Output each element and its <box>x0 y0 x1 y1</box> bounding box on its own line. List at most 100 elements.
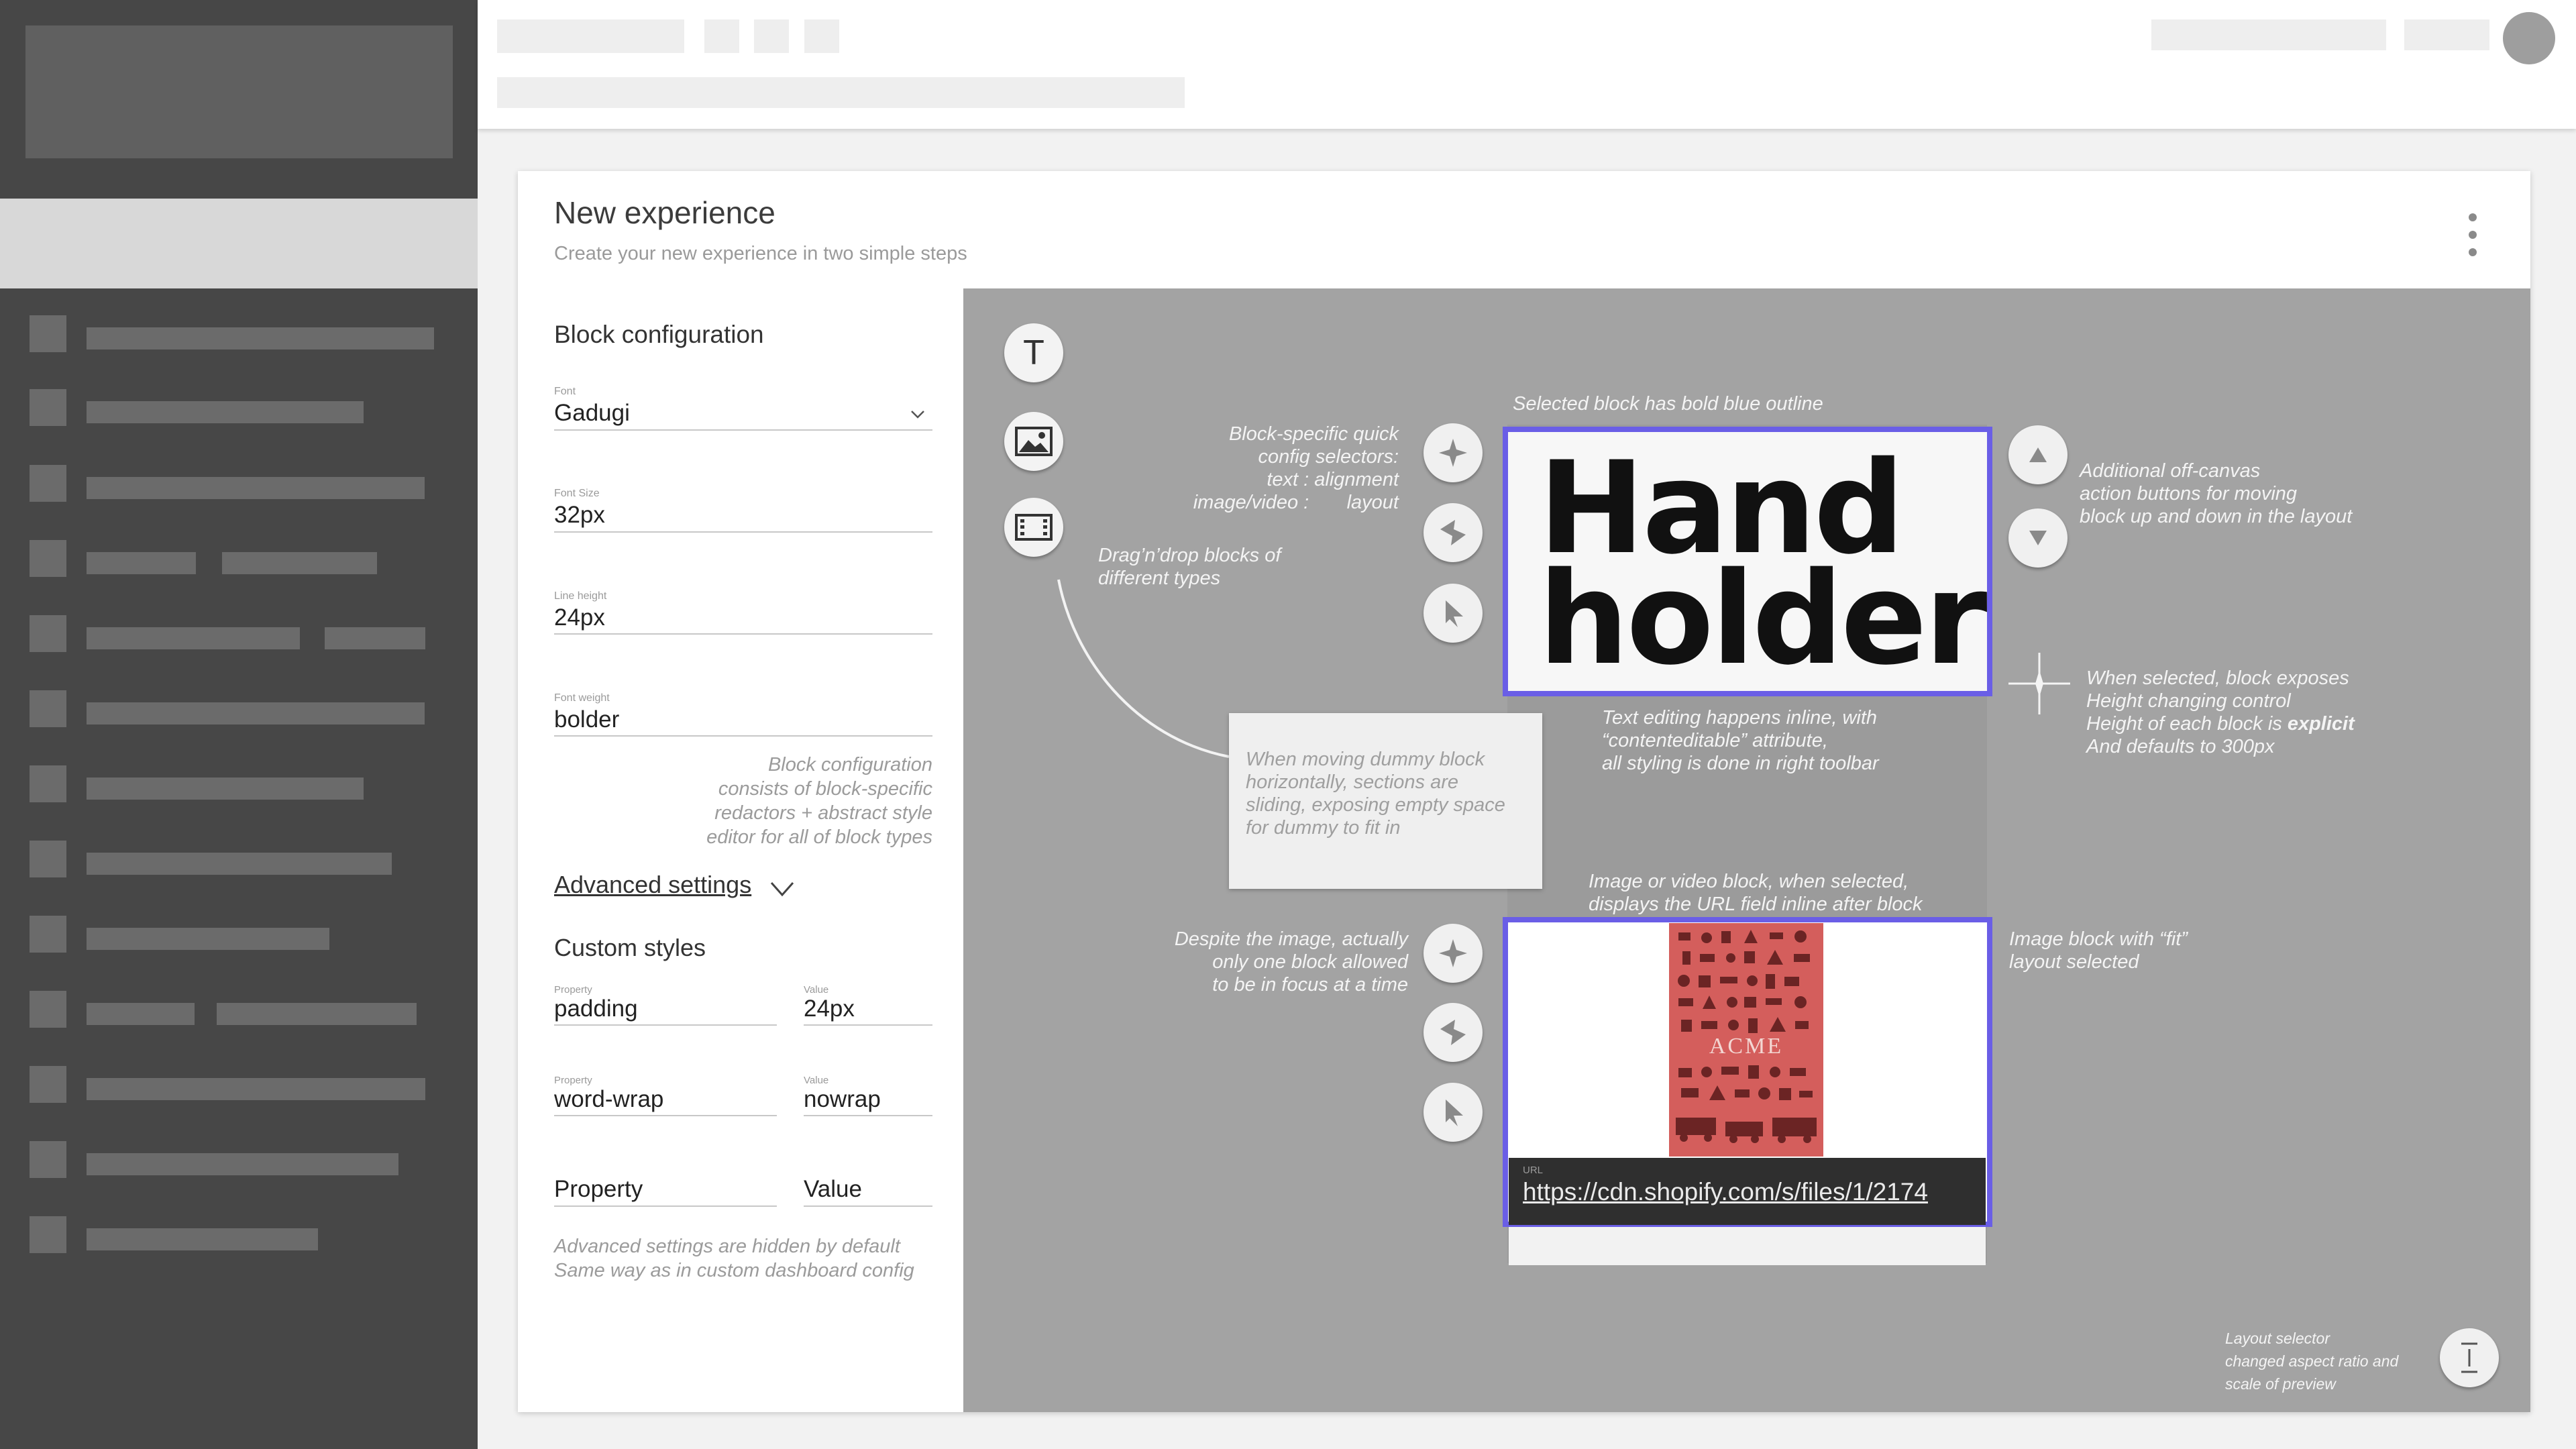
align-selector-icon[interactable] <box>1424 503 1483 562</box>
chevron-down-icon[interactable] <box>910 408 926 420</box>
toolbar-button-placeholder[interactable] <box>704 19 739 53</box>
config-heading: Block configuration <box>554 321 764 348</box>
move-down-button[interactable] <box>2008 508 2068 568</box>
annotation-quick-config: Block-specific quick config selectors: tex… <box>1193 423 1399 513</box>
align-selector-icon[interactable] <box>1424 423 1483 482</box>
sidebar-item[interactable] <box>0 690 478 731</box>
nav-icon <box>30 1066 66 1103</box>
advanced-settings-link[interactable]: Advanced settings <box>554 871 751 899</box>
video-block-icon[interactable] <box>1004 498 1063 557</box>
nav-label-placeholder <box>222 552 377 574</box>
image-block-padding <box>1509 1225 1986 1265</box>
annotation-dummy-block: When moving dummy block horizontally, sec… <box>1246 749 1505 839</box>
nav-icon <box>30 690 66 727</box>
annotation-inline-edit: Text editing happens inline, with “conten… <box>1602 707 1879 774</box>
field-underline <box>804 1205 932 1207</box>
nav-label-placeholder <box>87 627 300 649</box>
align-selector-icon[interactable] <box>1424 584 1483 643</box>
sidebar-item[interactable] <box>0 315 478 356</box>
new-property-input[interactable]: Property <box>554 1176 643 1203</box>
url-input[interactable]: https://cdn.shopify.com/s/files/1/2174 <box>1523 1178 1970 1206</box>
toolbar-button-placeholder[interactable] <box>804 19 839 53</box>
font-select[interactable]: Gadugi <box>554 400 630 427</box>
toolbar-button-placeholder[interactable] <box>754 19 789 53</box>
breadcrumb-placeholder <box>497 19 684 53</box>
nav-icon <box>30 540 66 577</box>
nav-label-placeholder <box>325 627 425 649</box>
nav-label-placeholder <box>87 702 425 724</box>
nav-label-placeholder <box>87 777 364 800</box>
sidebar-active-item[interactable] <box>0 199 478 288</box>
field-underline <box>804 1115 932 1116</box>
line-height-input[interactable]: 24px <box>554 604 605 631</box>
field-underline <box>554 1024 777 1026</box>
property-input[interactable]: padding <box>554 996 638 1022</box>
logo-placeholder <box>25 25 453 158</box>
field-underline <box>554 1115 777 1116</box>
value-label: Value <box>804 1075 829 1086</box>
kebab-menu-icon[interactable] <box>2469 213 2477 266</box>
layout-selector-icon[interactable] <box>1424 924 1483 983</box>
poster-title: ACME <box>1709 1034 1783 1059</box>
field-underline <box>554 1205 777 1207</box>
text-block-icon[interactable]: T <box>1004 323 1063 382</box>
layout-selector-icon[interactable] <box>1424 1003 1483 1062</box>
annotation-one-focus: Despite the image, actually only one bloc… <box>1174 928 1408 996</box>
line-height-label: Line height <box>554 590 607 602</box>
image-block-icon[interactable] <box>1004 412 1063 471</box>
property-input[interactable]: word-wrap <box>554 1086 663 1113</box>
advanced-note: Advanced settings are hidden by default S… <box>554 1236 914 1281</box>
sidebar-item[interactable] <box>0 389 478 429</box>
font-size-input[interactable]: 32px <box>554 502 605 529</box>
sidebar-item[interactable] <box>0 765 478 806</box>
annotation-image-url: Image or video block, when selected, disp… <box>1589 871 1923 915</box>
avatar[interactable] <box>2503 12 2555 64</box>
nav-icon <box>30 615 66 652</box>
value-input[interactable]: nowrap <box>804 1086 881 1113</box>
new-value-input[interactable]: Value <box>804 1176 862 1203</box>
field-underline <box>554 531 932 533</box>
nav-icon <box>30 765 66 802</box>
page-subtitle: Create your new experience in two simple… <box>554 243 967 264</box>
nav-label-placeholder <box>87 1078 425 1100</box>
sidebar-item[interactable] <box>0 1141 478 1181</box>
custom-styles-heading: Custom styles <box>554 934 706 961</box>
poster-image: ACME <box>1669 923 1823 1157</box>
font-field-label: Font <box>554 386 576 397</box>
sidebar-item[interactable] <box>0 916 478 956</box>
nav-label-placeholder <box>87 1228 318 1250</box>
nav-icon <box>30 991 66 1028</box>
nav-label-placeholder <box>87 928 329 950</box>
field-underline <box>554 429 932 431</box>
layout-selector-icon[interactable] <box>1424 1083 1483 1142</box>
nav-icon <box>30 841 66 877</box>
layout-selector-button[interactable] <box>2440 1328 2499 1387</box>
value-input[interactable]: 24px <box>804 996 855 1022</box>
url-label: URL <box>1523 1165 1544 1176</box>
sidebar-item[interactable] <box>0 540 478 580</box>
sidebar-item[interactable] <box>0 841 478 881</box>
nav-icon <box>30 465 66 502</box>
annotation-off-canvas: Additional off-canvas action buttons for … <box>2080 460 2353 527</box>
annotation-layout-selector: Layout selector changed aspect ratio and s… <box>2225 1330 2399 1393</box>
sidebar-item[interactable] <box>0 615 478 655</box>
field-underline <box>554 735 932 737</box>
property-label: Property <box>554 984 592 996</box>
chevron-down-icon[interactable] <box>769 879 796 899</box>
sidebar-item[interactable] <box>0 465 478 505</box>
sidebar-item[interactable] <box>0 1216 478 1256</box>
move-up-button[interactable] <box>2008 425 2068 484</box>
nav-icon <box>30 1216 66 1253</box>
sidebar-item[interactable] <box>0 1066 478 1106</box>
height-handle-icon[interactable] <box>2007 651 2072 716</box>
nav-icon <box>30 315 66 352</box>
topbar-placeholder <box>2151 19 2386 50</box>
page-title: New experience <box>554 195 775 230</box>
nav-icon <box>30 916 66 953</box>
field-underline <box>804 1024 932 1026</box>
sidebar-item[interactable] <box>0 991 478 1031</box>
font-weight-input[interactable]: bolder <box>554 706 619 733</box>
text-block-content[interactable]: Hand holder <box>1538 445 1987 683</box>
nav-icon <box>30 1141 66 1178</box>
search-placeholder[interactable] <box>497 77 1185 108</box>
